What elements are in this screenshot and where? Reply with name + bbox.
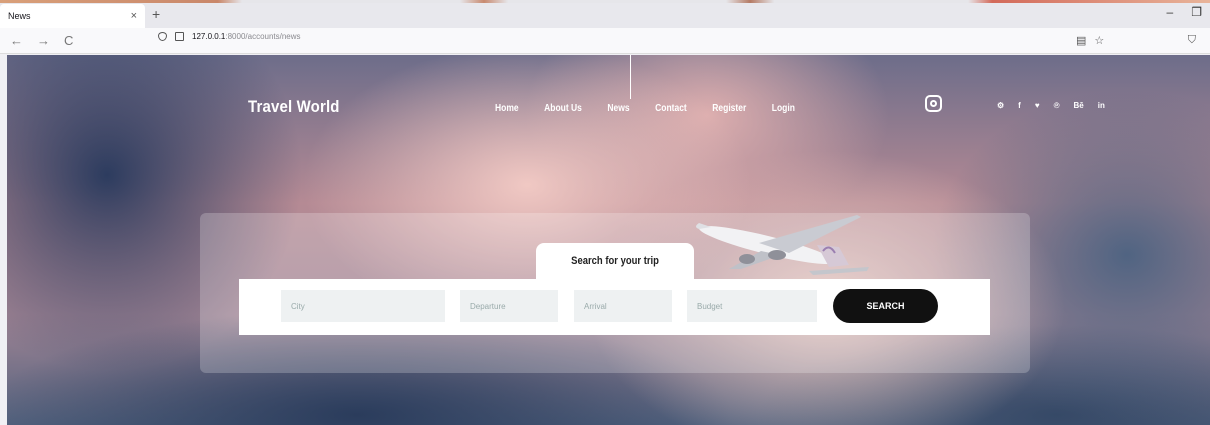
menu-item-contact[interactable]: Contact (655, 103, 687, 114)
arrival-input[interactable] (574, 290, 672, 322)
pocket-icon[interactable]: ⛉ (1188, 34, 1196, 47)
bookmark-star-icon[interactable]: ☆ (1094, 34, 1104, 47)
menu-item-register[interactable]: Register (712, 103, 746, 114)
linkedin-icon[interactable]: in (1098, 101, 1105, 110)
window-controls: – ❐ (1167, 5, 1202, 19)
twitter-icon[interactable]: ♥ (1035, 101, 1040, 110)
search-form: SEARCH (239, 279, 990, 335)
menu-item-about-us[interactable]: About Us (544, 103, 582, 114)
nav-buttons: ← → C (10, 33, 73, 48)
tab-title: News (8, 11, 31, 21)
social-links: ⚙ f ♥ ℗ Bē in (997, 101, 1105, 110)
search-button[interactable]: SEARCH (833, 289, 938, 323)
url-actions: ▤ ☆ (1076, 34, 1104, 47)
city-input[interactable] (281, 290, 445, 322)
close-tab-icon[interactable]: × (131, 10, 137, 22)
new-tab-icon[interactable]: + (152, 6, 160, 22)
reader-view-icon[interactable]: ▤ (1076, 34, 1086, 47)
budget-input[interactable] (687, 290, 817, 322)
browser-tab[interactable]: News × (0, 4, 145, 28)
page-info-icon[interactable] (175, 32, 184, 41)
browser-tab-bar: News × + – ❐ (0, 0, 1210, 28)
restore-icon[interactable]: ❐ (1191, 5, 1202, 19)
departure-input[interactable] (460, 290, 558, 322)
browser-nav-bar: ← → C 127.0.0.1:8000/accounts/news ▤ ☆ ⛉ (0, 28, 1210, 54)
url-host: 127.0.0.1 (192, 32, 226, 41)
facebook-icon[interactable]: f (1018, 101, 1021, 110)
instagram-icon[interactable] (925, 95, 942, 112)
search-tab[interactable]: Search for your trip (536, 243, 694, 279)
minimize-icon[interactable]: – (1167, 5, 1174, 19)
menu-item-home[interactable]: Home (495, 103, 519, 114)
main-menu: Home About Us News Contact Register Logi… (495, 103, 820, 114)
shield-icon[interactable] (158, 32, 167, 41)
url-bar[interactable]: 127.0.0.1:8000/accounts/news (158, 32, 301, 41)
menu-item-news[interactable]: News (607, 103, 629, 114)
search-tab-label: Search for your trip (571, 255, 659, 267)
menu-item-login[interactable]: Login (772, 103, 795, 114)
decorative-line (630, 55, 631, 99)
pinterest-icon[interactable]: ℗ (1054, 101, 1060, 110)
airplane-image (696, 215, 869, 275)
behance-icon[interactable]: Bē (1074, 101, 1084, 110)
site-brand[interactable]: Travel World (248, 97, 340, 117)
forward-icon[interactable]: → (37, 33, 50, 48)
dribbble-icon[interactable]: ⚙ (997, 101, 1004, 110)
url-path: :8000/accounts/news (225, 32, 301, 41)
back-icon[interactable]: ← (10, 33, 23, 48)
page-hero: Travel World Home About Us News Contact … (7, 55, 1210, 425)
tab-strip-accent (0, 0, 1210, 3)
reload-icon[interactable]: C (64, 33, 73, 48)
